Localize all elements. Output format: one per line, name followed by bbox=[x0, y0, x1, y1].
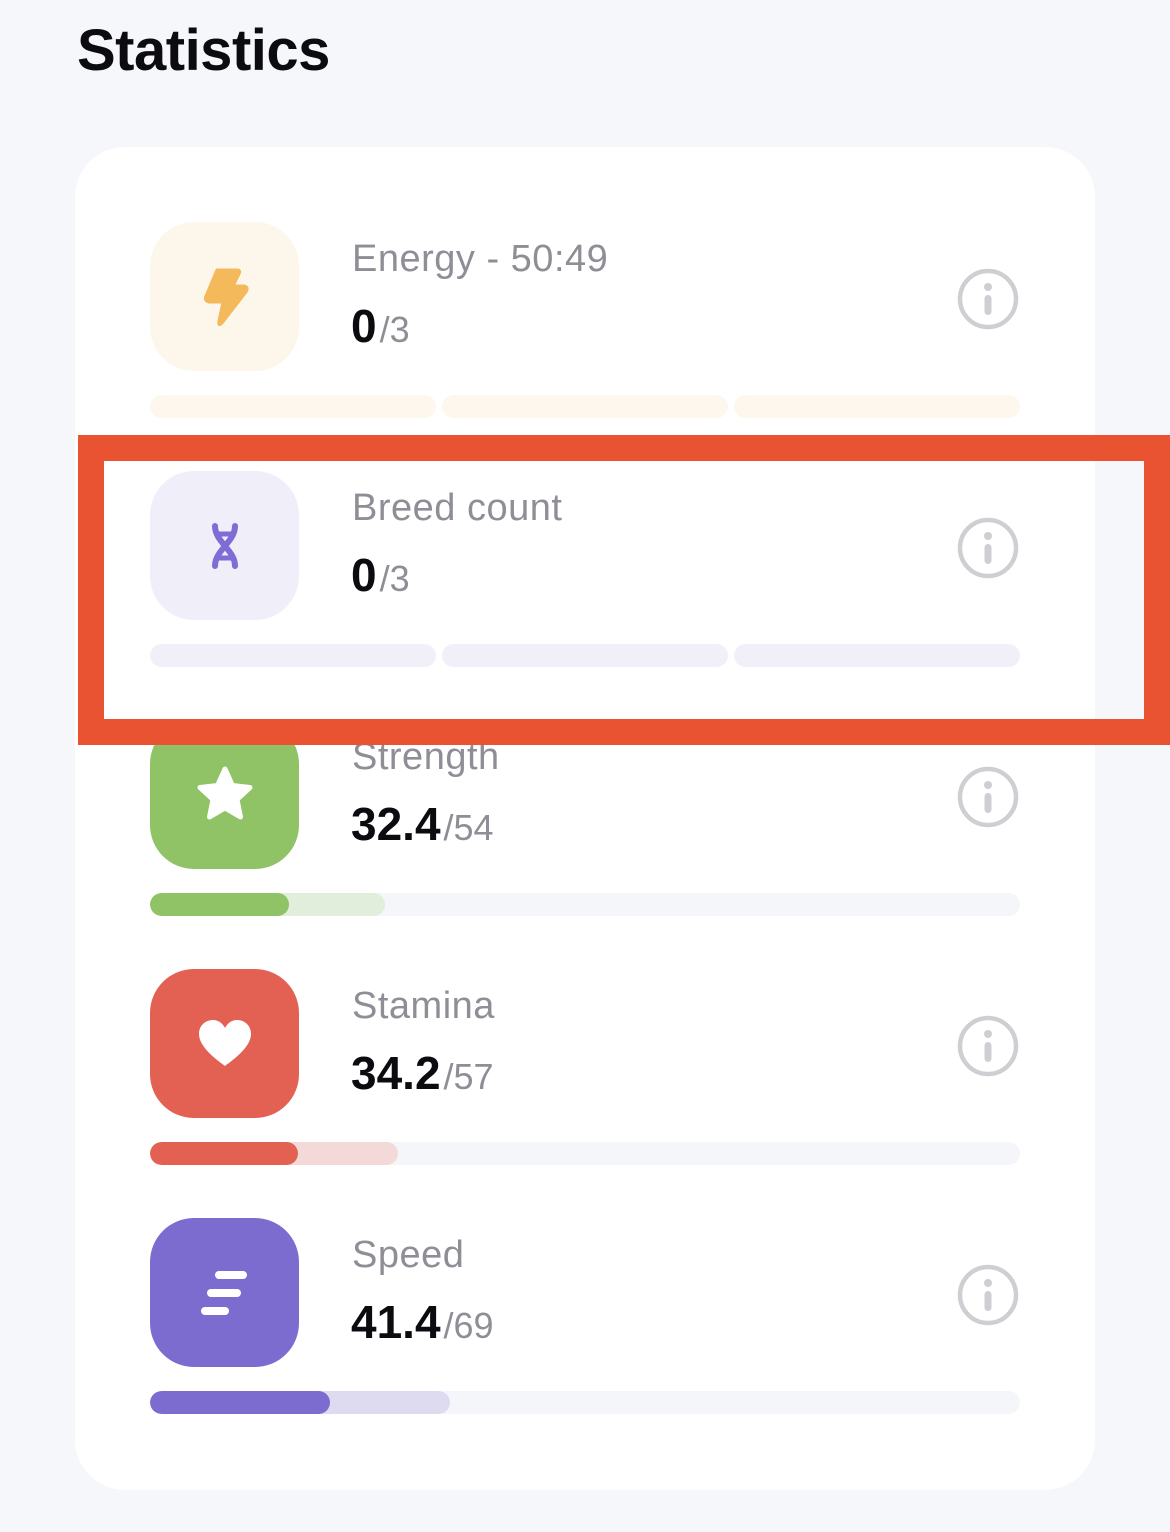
stat-label: Breed count bbox=[352, 487, 563, 529]
bar-segment bbox=[442, 644, 728, 667]
bar-segment bbox=[150, 395, 436, 418]
stamina-icon-tile bbox=[150, 969, 299, 1118]
dna-icon bbox=[211, 522, 238, 569]
info-icon bbox=[957, 1015, 1019, 1077]
strength-progress-bar bbox=[150, 893, 1020, 916]
star-icon bbox=[197, 766, 252, 819]
stat-row-strength: Strength 32.4/54 bbox=[75, 720, 1095, 965]
stat-label: Energy - 50:49 bbox=[352, 238, 609, 280]
stat-max-value: /57 bbox=[443, 1056, 494, 1097]
stat-max-value: /54 bbox=[443, 807, 494, 848]
energy-segment-bar bbox=[150, 395, 1020, 418]
stat-value: 0/3 bbox=[351, 298, 410, 366]
statistics-card: Energy - 50:49 0/3 Breed count 0/3 Stren… bbox=[75, 147, 1095, 1490]
bar-segment bbox=[734, 644, 1020, 667]
info-icon bbox=[957, 268, 1019, 330]
info-icon bbox=[957, 766, 1019, 828]
stat-row-speed: Speed 41.4/69 bbox=[75, 1218, 1095, 1463]
heart-icon bbox=[198, 1019, 251, 1066]
page-title: Statistics bbox=[77, 18, 330, 83]
progress-fill bbox=[150, 893, 290, 916]
bar-segment bbox=[150, 644, 436, 667]
stat-row-energy: Energy - 50:49 0/3 bbox=[75, 222, 1095, 467]
stat-current-value: 34.2 bbox=[351, 1047, 441, 1099]
stat-row-breed-count: Breed count 0/3 bbox=[75, 471, 1095, 716]
stat-value: 34.2/57 bbox=[351, 1045, 494, 1113]
stat-max-value: /69 bbox=[443, 1305, 494, 1346]
info-button[interactable] bbox=[957, 268, 1019, 330]
info-icon bbox=[957, 1264, 1019, 1326]
stat-current-value: 41.4 bbox=[351, 1296, 441, 1348]
breed-count-icon-tile bbox=[150, 471, 299, 620]
stat-value: 32.4/54 bbox=[351, 796, 494, 864]
stat-current-value: 0 bbox=[351, 300, 377, 352]
speed-lines-icon bbox=[200, 1270, 247, 1315]
stat-current-value: 32.4 bbox=[351, 798, 441, 850]
energy-icon-tile bbox=[150, 222, 299, 371]
lightning-icon bbox=[203, 268, 249, 326]
speed-progress-bar bbox=[150, 1391, 1020, 1414]
stat-label: Stamina bbox=[352, 985, 495, 1027]
stat-max-value: /3 bbox=[379, 558, 410, 599]
stamina-progress-bar bbox=[150, 1142, 1020, 1165]
info-button[interactable] bbox=[957, 766, 1019, 828]
stat-value: 0/3 bbox=[351, 547, 410, 615]
breed-count-segment-bar bbox=[150, 644, 1020, 667]
stat-current-value: 0 bbox=[351, 549, 377, 601]
stat-value: 41.4/69 bbox=[351, 1294, 494, 1362]
progress-fill bbox=[150, 1142, 298, 1165]
speed-icon-tile bbox=[150, 1218, 299, 1367]
stat-row-stamina: Stamina 34.2/57 bbox=[75, 969, 1095, 1214]
stat-label: Speed bbox=[352, 1234, 465, 1276]
stat-label: Strength bbox=[352, 736, 500, 778]
info-button[interactable] bbox=[957, 517, 1019, 579]
progress-fill bbox=[150, 1391, 331, 1414]
info-button[interactable] bbox=[957, 1264, 1019, 1326]
bar-segment bbox=[442, 395, 728, 418]
info-icon bbox=[957, 517, 1019, 579]
strength-icon-tile bbox=[150, 720, 299, 869]
stat-max-value: /3 bbox=[379, 309, 410, 350]
info-button[interactable] bbox=[957, 1015, 1019, 1077]
bar-segment bbox=[734, 395, 1020, 418]
